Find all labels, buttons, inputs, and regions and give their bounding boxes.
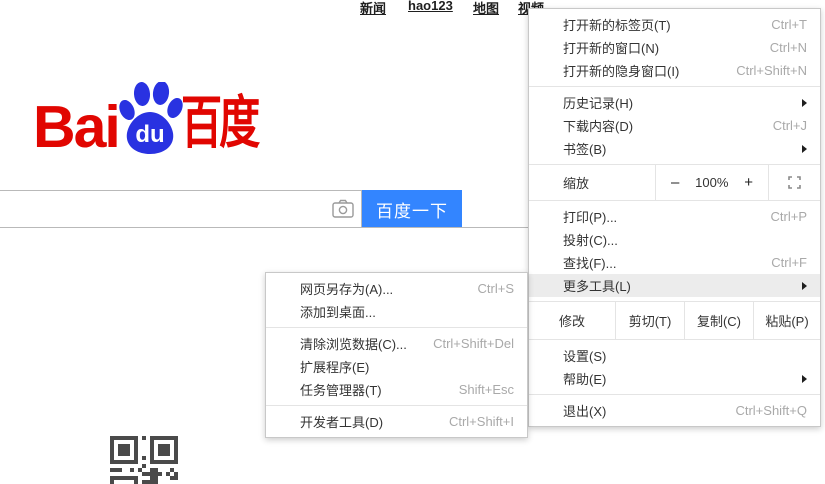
zoom-label: 缩放	[563, 176, 590, 191]
menu-item-new-incognito-window[interactable]: 打开新的隐身窗口(I) Ctrl+Shift+N	[529, 59, 820, 82]
baidu-search-button[interactable]: 百度一下	[362, 190, 462, 228]
submenu-arrow-icon	[802, 98, 807, 107]
menu-item-label: 历史记录(H)	[563, 96, 634, 111]
menu-item-label: 设置(S)	[563, 349, 607, 364]
menu-item-downloads[interactable]: 下载内容(D) Ctrl+J	[529, 114, 820, 137]
menu-item-shortcut: Ctrl+Shift+N	[736, 63, 807, 78]
menu-item-label: 添加到桌面...	[300, 305, 376, 320]
menu-section-settings: 设置(S) 帮助(E)	[529, 340, 820, 395]
logo-text-cn: 百度	[181, 91, 260, 155]
menu-item-label: 书签(B)	[563, 142, 607, 157]
menu-item-new-tab[interactable]: 打开新的标签页(T) Ctrl+T	[529, 13, 820, 36]
menu-item-save-page-as[interactable]: 网页另存为(A)... Ctrl+S	[266, 277, 527, 300]
edit-label: 修改	[558, 314, 585, 329]
cut-button[interactable]: 剪切(T)	[615, 302, 684, 339]
menu-item-cast[interactable]: 投射(C)...	[529, 228, 820, 251]
menu-item-label: 清除浏览数据(C)...	[300, 337, 407, 352]
menu-item-developer-tools[interactable]: 开发者工具(D) Ctrl+Shift+I	[266, 410, 527, 433]
menu-item-exit[interactable]: 退出(X) Ctrl+Shift+Q	[529, 399, 820, 422]
menu-item-label: 下载内容(D)	[563, 119, 634, 134]
menu-item-label: 退出(X)	[563, 404, 607, 419]
menu-item-label: 开发者工具(D)	[300, 415, 384, 430]
menu-zoom-row: 缩放 – 100% +	[529, 165, 820, 201]
menu-item-label: 打印(P)...	[563, 210, 618, 225]
chrome-app-menu: 打开新的标签页(T) Ctrl+T 打开新的窗口(N) Ctrl+N 打开新的隐…	[528, 8, 821, 427]
menu-item-history[interactable]: 历史记录(H)	[529, 91, 820, 114]
zoom-out-button[interactable]: –	[671, 175, 679, 190]
menu-item-more-tools[interactable]: 更多工具(L)	[529, 274, 820, 297]
menu-section-exit: 退出(X) Ctrl+Shift+Q	[529, 395, 820, 426]
search-underline	[0, 227, 528, 228]
menu-item-settings[interactable]: 设置(S)	[529, 344, 820, 367]
nav-link-map[interactable]: 地图	[473, 0, 499, 17]
zoom-level: 100%	[695, 175, 729, 190]
menu-item-label: 帮助(E)	[563, 372, 607, 387]
menu-item-label: 任务管理器(T)	[300, 383, 382, 398]
menu-item-new-window[interactable]: 打开新的窗口(N) Ctrl+N	[529, 36, 820, 59]
paw-icon: du	[119, 82, 183, 154]
menu-item-label: 扩展程序(E)	[300, 360, 370, 375]
nav-link-news[interactable]: 新闻	[360, 0, 386, 17]
menu-item-shortcut: Ctrl+Shift+Q	[735, 403, 807, 418]
fullscreen-icon	[788, 176, 801, 189]
menu-item-print[interactable]: 打印(P)... Ctrl+P	[529, 205, 820, 228]
copy-button[interactable]: 复制(C)	[684, 302, 753, 339]
menu-item-shortcut: Ctrl+N	[769, 40, 807, 55]
menu-item-label: 打开新的标签页(T)	[563, 18, 671, 33]
submenu-section-save: 网页另存为(A)... Ctrl+S 添加到桌面...	[266, 273, 527, 328]
submenu-arrow-icon	[802, 281, 807, 290]
menu-section-actions: 打印(P)... Ctrl+P 投射(C)... 查找(F)... Ctrl+F…	[529, 201, 820, 302]
menu-section-history: 历史记录(H) 下载内容(D) Ctrl+J 书签(B)	[529, 87, 820, 165]
baidu-homepage-with-chrome-menu: 新闻 hao123 地图 视频 Bai du 百度 百度一下	[0, 0, 825, 484]
menu-item-clear-browsing-data[interactable]: 清除浏览数据(C)... Ctrl+Shift+Del	[266, 332, 527, 355]
menu-item-task-manager[interactable]: 任务管理器(T) Shift+Esc	[266, 378, 527, 401]
menu-item-shortcut: Ctrl+P	[770, 209, 807, 224]
submenu-section-devtools: 开发者工具(D) Ctrl+Shift+I	[266, 406, 527, 437]
more-tools-submenu: 网页另存为(A)... Ctrl+S 添加到桌面... 清除浏览数据(C)...…	[265, 272, 528, 438]
menu-item-shortcut: Ctrl+T	[771, 17, 807, 32]
baidu-logo: Bai du 百度	[33, 80, 263, 160]
menu-item-extensions[interactable]: 扩展程序(E)	[266, 355, 527, 378]
submenu-arrow-icon	[802, 144, 807, 153]
menu-section-tabs: 打开新的标签页(T) Ctrl+T 打开新的窗口(N) Ctrl+N 打开新的隐…	[529, 9, 820, 87]
camera-icon[interactable]	[332, 199, 354, 218]
menu-item-find[interactable]: 查找(F)... Ctrl+F	[529, 251, 820, 274]
zoom-in-button[interactable]: +	[744, 175, 753, 190]
menu-item-help[interactable]: 帮助(E)	[529, 367, 820, 390]
menu-item-shortcut: Shift+Esc	[458, 382, 514, 397]
qr-code	[110, 436, 178, 484]
menu-item-shortcut: Ctrl+Shift+Del	[433, 336, 514, 351]
submenu-arrow-icon	[802, 374, 807, 383]
menu-item-add-to-desktop[interactable]: 添加到桌面...	[266, 300, 527, 323]
search-input[interactable]	[0, 190, 362, 228]
menu-item-label: 更多工具(L)	[563, 279, 631, 294]
paste-button[interactable]: 粘贴(P)	[753, 302, 820, 339]
menu-item-shortcut: Ctrl+Shift+I	[448, 414, 514, 429]
nav-link-hao123[interactable]: hao123	[408, 0, 453, 13]
menu-item-bookmarks[interactable]: 书签(B)	[529, 137, 820, 160]
menu-edit-row: 修改 剪切(T) 复制(C) 粘贴(P)	[529, 302, 820, 340]
menu-item-shortcut: Ctrl+F	[771, 255, 807, 270]
menu-item-shortcut: Ctrl+S	[477, 281, 514, 296]
menu-item-label: 网页另存为(A)...	[300, 282, 394, 297]
zoom-controls: – 100% +	[655, 165, 769, 200]
menu-item-label: 查找(F)...	[563, 256, 617, 271]
submenu-section-tools: 清除浏览数据(C)... Ctrl+Shift+Del 扩展程序(E) 任务管理…	[266, 328, 527, 406]
logo-text-bai: Bai	[33, 94, 121, 160]
menu-item-label: 打开新的窗口(N)	[563, 41, 660, 56]
menu-item-label: 打开新的隐身窗口(I)	[563, 64, 680, 79]
svg-text:du: du	[135, 121, 164, 148]
menu-item-shortcut: Ctrl+J	[772, 118, 807, 133]
menu-item-label: 投射(C)...	[563, 233, 618, 248]
fullscreen-button[interactable]	[769, 165, 820, 200]
